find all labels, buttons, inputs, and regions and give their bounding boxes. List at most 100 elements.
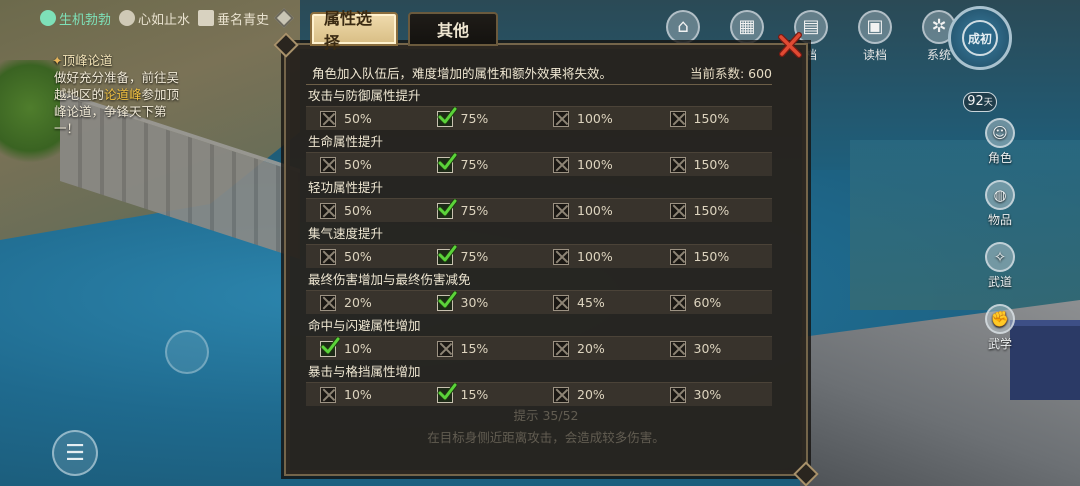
cross-icon[interactable] <box>553 156 569 173</box>
option-unchecked[interactable]: 30% <box>656 337 773 360</box>
compass-center: 成初 <box>962 20 998 56</box>
side-nav-label: 武学 <box>987 337 1012 351</box>
divider <box>306 84 772 85</box>
attribute-section: 轻功属性提升 50% 75% 100% 150% <box>306 178 772 224</box>
option-checked[interactable]: 15% <box>423 382 540 406</box>
bag-icon: ◍ <box>985 180 1015 210</box>
tab-attribute-selection[interactable]: 属性选择 <box>310 9 398 52</box>
option-label: 50% <box>344 111 372 126</box>
status-fame[interactable]: 垂名青史 <box>198 9 269 28</box>
option-label: 100% <box>577 249 613 264</box>
status-mood[interactable]: 心如止水 <box>119 9 190 28</box>
option-unchecked[interactable]: 60% <box>656 291 773 314</box>
option-unchecked[interactable]: 150% <box>656 153 773 176</box>
checkmark-icon[interactable] <box>436 244 457 265</box>
checkmark-icon[interactable] <box>436 106 457 127</box>
checkmark-icon[interactable] <box>436 382 457 403</box>
option-label: 50% <box>344 203 372 218</box>
option-unchecked[interactable]: 100% <box>539 245 656 268</box>
option-unchecked[interactable]: 150% <box>656 107 773 130</box>
option-label: 20% <box>577 341 605 356</box>
option-row: 50% 75% 100% 150% <box>306 106 772 130</box>
cross-icon[interactable] <box>669 110 686 127</box>
quest-title: 顶峰论道 <box>52 52 184 69</box>
cross-icon[interactable] <box>553 202 569 219</box>
cross-icon[interactable] <box>669 156 686 173</box>
option-unchecked[interactable]: 150% <box>656 245 773 268</box>
tab-other[interactable]: 其他 <box>408 12 498 46</box>
top-menu-label: 读档 <box>862 48 887 62</box>
attribute-section: 攻击与防御属性提升 50% 75% 100% 150% <box>306 86 772 132</box>
option-unchecked[interactable]: 30% <box>656 383 773 406</box>
shore-background <box>850 140 1080 310</box>
side-nav-items[interactable]: ◍ 物品 <box>972 180 1028 228</box>
option-checked[interactable]: 10% <box>306 336 423 360</box>
option-checked[interactable]: 75% <box>423 244 540 268</box>
option-unchecked[interactable]: 150% <box>656 199 773 222</box>
option-unchecked[interactable]: 20% <box>539 383 656 406</box>
hint-counter: 提示 35/52 <box>513 408 579 423</box>
cross-icon[interactable] <box>320 386 336 403</box>
cross-icon[interactable] <box>553 248 569 265</box>
option-unchecked[interactable]: 15% <box>423 337 540 360</box>
option-label: 30% <box>693 341 722 356</box>
option-checked[interactable]: 75% <box>423 198 540 222</box>
cross-icon[interactable] <box>553 294 569 311</box>
main-menu-button[interactable]: ☰ <box>52 430 98 476</box>
option-row: 20% 30% 45% 60% <box>306 290 772 314</box>
status-vitality[interactable]: 生机勃勃 <box>40 9 111 28</box>
option-unchecked[interactable]: 50% <box>306 153 423 176</box>
coefficient-value: 600 <box>748 65 772 81</box>
quest-tracker[interactable]: 顶峰论道 做好充分准备，前往吴越地区的论道峰参加顶峰论道，争锋天下第一！ <box>54 52 184 137</box>
cross-icon[interactable] <box>669 248 686 265</box>
close-button[interactable] <box>776 30 806 60</box>
cross-icon[interactable] <box>669 340 686 357</box>
martial-icon: ✧ <box>985 242 1015 272</box>
cross-icon[interactable] <box>669 386 686 403</box>
option-unchecked[interactable]: 50% <box>306 199 423 222</box>
cross-icon[interactable] <box>436 340 453 357</box>
cross-icon[interactable] <box>553 110 569 127</box>
top-menu-label: 系统 <box>926 48 951 62</box>
cross-icon[interactable] <box>320 294 336 311</box>
option-unchecked[interactable]: 45% <box>539 291 656 314</box>
side-nav-martial-way[interactable]: ✧ 武道 <box>972 242 1028 290</box>
checkmark-icon[interactable] <box>436 290 457 311</box>
cross-icon[interactable] <box>320 156 336 173</box>
cross-icon[interactable] <box>669 202 686 219</box>
option-unchecked[interactable]: 50% <box>306 245 423 268</box>
option-unchecked[interactable]: 50% <box>306 107 423 130</box>
option-checked[interactable]: 30% <box>423 290 540 314</box>
cross-icon[interactable] <box>669 294 686 311</box>
side-nav-character[interactable]: ☺ 角色 <box>972 118 1028 166</box>
map-icon: ▦ <box>730 10 764 44</box>
option-unchecked[interactable]: 20% <box>306 291 423 314</box>
option-row: 10% 15% 20% 30% <box>306 336 772 360</box>
side-nav-martial-arts[interactable]: ✊ 武学 <box>972 304 1028 352</box>
checkmark-icon[interactable] <box>436 152 457 173</box>
option-unchecked[interactable]: 100% <box>539 199 656 222</box>
option-unchecked[interactable]: 10% <box>306 383 423 406</box>
cross-icon[interactable] <box>320 202 336 219</box>
dialog-tabs: 属性选择 其他 <box>310 9 498 52</box>
option-unchecked[interactable]: 100% <box>539 153 656 176</box>
cross-icon[interactable] <box>553 386 569 403</box>
virtual-joystick[interactable] <box>165 330 209 374</box>
top-menu-load[interactable]: ▣ 读档 <box>852 10 898 62</box>
option-label: 15% <box>460 341 489 356</box>
option-label: 20% <box>577 387 605 402</box>
option-checked[interactable]: 75% <box>423 106 540 130</box>
option-unchecked[interactable]: 100% <box>539 107 656 130</box>
section-title: 命中与闪避属性增加 <box>308 318 421 333</box>
cross-icon[interactable] <box>320 248 336 265</box>
cross-icon[interactable] <box>553 340 569 357</box>
gem-icon[interactable] <box>274 8 294 28</box>
checkmark-icon[interactable] <box>436 198 457 219</box>
option-unchecked[interactable]: 20% <box>539 337 656 360</box>
time-compass[interactable]: 成初 <box>948 6 1012 70</box>
status-bar: 生机勃勃 心如止水 垂名青史 <box>40 8 294 28</box>
option-checked[interactable]: 75% <box>423 152 540 176</box>
cross-icon[interactable] <box>320 110 336 127</box>
option-label: 10% <box>344 387 372 402</box>
checkmark-icon[interactable] <box>320 336 340 357</box>
